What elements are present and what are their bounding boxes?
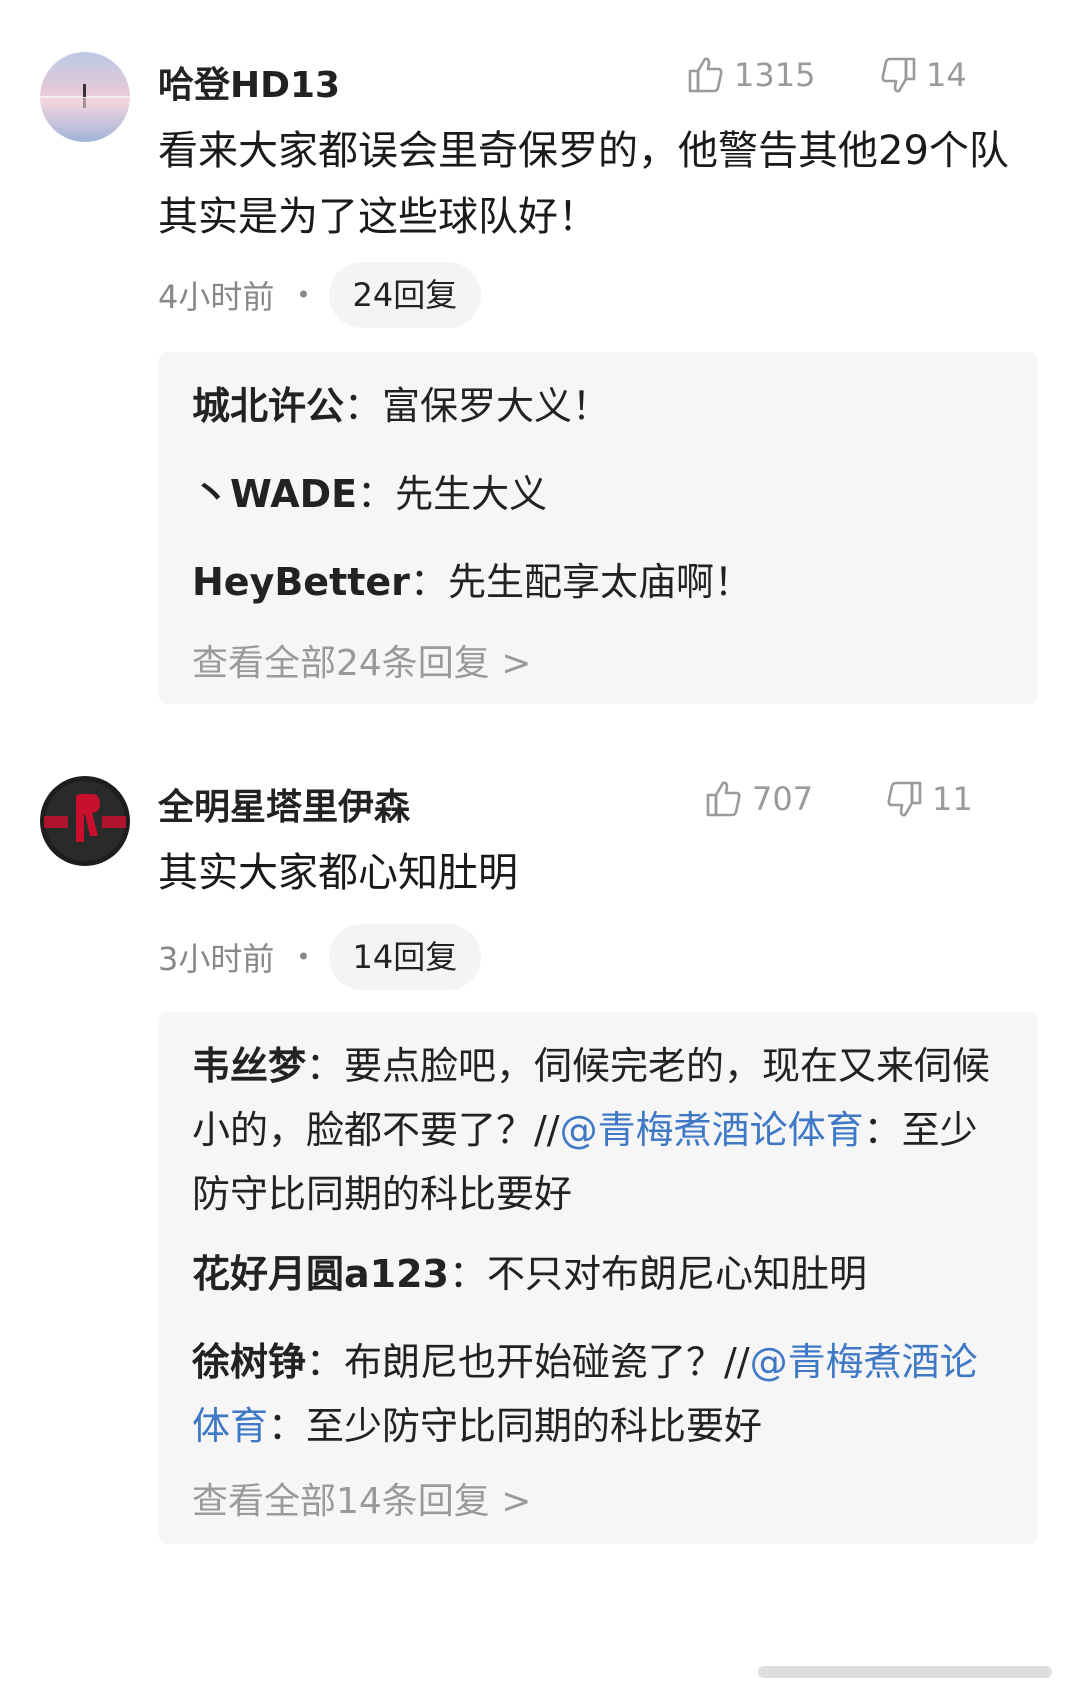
reply-item[interactable]: 花好月圆a123：不只对布朗尼心知肚明 — [192, 1242, 1002, 1306]
dislike-button[interactable]: 14 — [880, 56, 967, 94]
reply-item[interactable]: 城北许公：富保罗大义！ — [192, 374, 1002, 438]
reply-preview-box: 城北许公：富保罗大义！ 丶WADE：先生大义 HeyBetter：先生配享太庙啊… — [158, 352, 1038, 704]
reply-quote-text: ：至少防守比同期的科比要好 — [268, 1404, 763, 1448]
dislike-button[interactable]: 11 — [886, 780, 973, 818]
reply-preview-box: 韦丝梦：要点脸吧，伺候完老的，现在又来伺候小的，脸都不要了？//@青梅煮酒论体育… — [158, 1012, 1038, 1544]
reply-separator: ： — [306, 1340, 345, 1384]
thumbs-down-icon — [881, 57, 916, 93]
like-count: 707 — [752, 780, 814, 818]
reply-text: 富保罗大义！ — [382, 384, 611, 428]
reply-count-button[interactable]: 14回复 — [328, 924, 482, 990]
thumbs-down-icon — [887, 781, 922, 817]
comment-meta: 3小时前 • 14回复 — [158, 924, 482, 990]
reply-separator: ： — [409, 560, 448, 604]
reply-username[interactable]: HeyBetter — [192, 560, 410, 604]
reply-username[interactable]: 城北许公 — [192, 384, 344, 428]
reply-username[interactable]: 丶WADE — [192, 472, 357, 516]
scrollbar-thumb[interactable] — [758, 1666, 1052, 1678]
reply-item[interactable]: HeyBetter：先生配享太庙啊！ — [192, 550, 1002, 614]
user-avatar[interactable] — [40, 776, 130, 866]
reply-item[interactable]: 徐树铮：布朗尼也开始碰瓷了？//@青梅煮酒论体育：至少防守比同期的科比要好 — [192, 1330, 1002, 1458]
view-all-replies-link[interactable]: 查看全部14条回复 > — [192, 1472, 531, 1524]
reply-item[interactable]: 丶WADE：先生大义 — [192, 462, 1002, 526]
reply-separator: ： — [306, 1044, 345, 1088]
reply-text: 不只对布朗尼心知肚明 — [486, 1252, 867, 1296]
comment-username[interactable]: 全明星塔里伊森 — [158, 778, 410, 830]
reply-separator: ： — [448, 1252, 487, 1296]
view-all-replies-link[interactable]: 查看全部24条回复 > — [192, 634, 531, 686]
dislike-count: 14 — [926, 56, 967, 94]
meta-separator: • — [296, 281, 311, 309]
like-button[interactable]: 707 — [706, 780, 813, 818]
thumbs-up-icon — [688, 57, 723, 93]
reply-separator: ： — [344, 384, 383, 428]
mention-link[interactable]: @青梅煮酒论体育 — [560, 1108, 864, 1152]
reply-text: 布朗尼也开始碰瓷了？// — [344, 1340, 750, 1384]
comment-username[interactable]: 哈登HD13 — [158, 56, 340, 108]
reply-separator: ： — [357, 472, 396, 516]
reply-text: 先生配享太庙啊！ — [447, 560, 752, 604]
like-button[interactable]: 1315 — [688, 56, 815, 94]
meta-separator: • — [296, 943, 311, 971]
thumbs-up-icon — [706, 781, 741, 817]
like-count: 1315 — [734, 56, 816, 94]
reply-count-button[interactable]: 24回复 — [328, 262, 482, 328]
comment-body: 看来大家都误会里奇保罗的，他警告其他29个队其实是为了这些球队好！ — [158, 128, 1009, 240]
comment-body: 其实大家都心知肚明 — [158, 850, 518, 896]
reply-username[interactable]: 韦丝梦 — [192, 1044, 306, 1088]
reply-item[interactable]: 韦丝梦：要点脸吧，伺候完老的，现在又来伺候小的，脸都不要了？//@青梅煮酒论体育… — [192, 1034, 1002, 1226]
comment-time: 3小时前 — [158, 940, 275, 978]
reply-text: 先生大义 — [395, 472, 548, 516]
reply-username[interactable]: 徐树铮 — [192, 1340, 306, 1384]
dislike-count: 11 — [932, 780, 973, 818]
comment-time: 4小时前 — [158, 278, 275, 316]
comment-meta: 4小时前 • 24回复 — [158, 262, 482, 328]
reply-username[interactable]: 花好月圆a123 — [192, 1252, 449, 1296]
user-avatar[interactable] — [40, 52, 130, 142]
